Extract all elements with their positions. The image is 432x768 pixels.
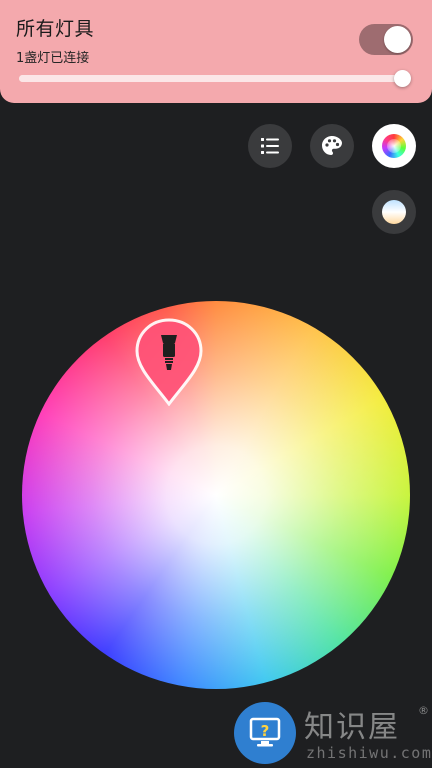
color-wheel[interactable]: [22, 301, 410, 689]
room-title: 所有灯具: [16, 18, 95, 40]
watermark-brand-en: zhishiwu.com: [306, 744, 432, 762]
brightness-slider-thumb[interactable]: [394, 70, 412, 87]
color-wheel-icon: [382, 134, 406, 158]
color-wheel-saturation-overlay: [22, 301, 410, 689]
white-temperature-icon: [382, 200, 406, 224]
list-view-button[interactable]: [248, 124, 292, 168]
brightness-slider[interactable]: [19, 70, 412, 87]
power-toggle[interactable]: [359, 24, 413, 55]
watermark-registered-mark: ®: [418, 704, 429, 717]
color-wheel-button[interactable]: [372, 124, 416, 168]
watermark-badge: ?: [234, 702, 296, 764]
monitor-help-icon: ?: [249, 717, 281, 747]
power-toggle-knob: [384, 26, 411, 53]
svg-text:?: ?: [261, 722, 270, 740]
connected-count: 1盏灯已连接: [16, 51, 90, 66]
watermark-brand-cn: 知识屋: [304, 710, 400, 745]
brightness-slider-fill: [19, 75, 404, 82]
white-temperature-button[interactable]: [372, 190, 416, 234]
light-color-marker[interactable]: [134, 318, 204, 406]
list-icon: [261, 138, 279, 154]
palette-icon: [322, 136, 342, 155]
scenes-button[interactable]: [310, 124, 354, 168]
room-header-card[interactable]: 所有灯具 1盏灯已连接: [0, 0, 432, 103]
lights-app-screen: 所有灯具 1盏灯已连接 ? 知识屋 ® zhishiwu.com: [0, 0, 432, 768]
